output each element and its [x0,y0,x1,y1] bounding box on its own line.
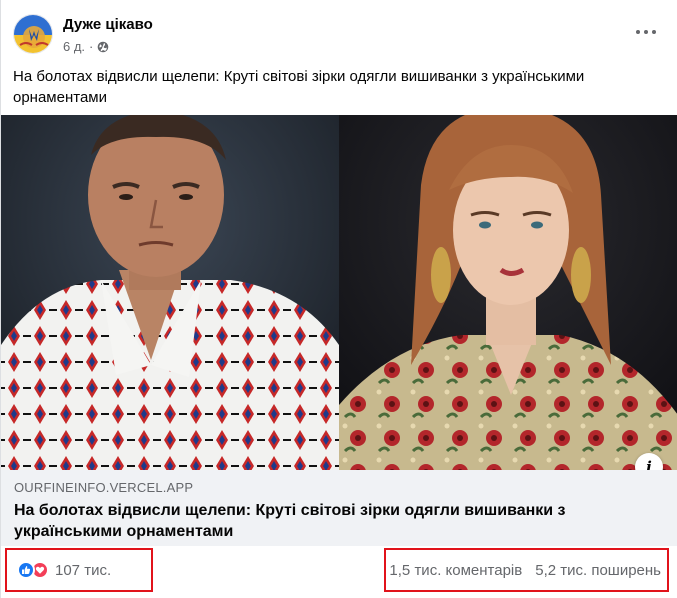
page-avatar[interactable] [13,14,53,54]
engagement-bar: 107 тис. 1,5 тис. коментарів 5,2 тис. по… [1,546,677,598]
post-header: Дуже цікаво 6 д. · [1,0,677,62]
reactions-count: 107 тис. [55,561,112,579]
reactions-summary[interactable]: 107 тис. [5,548,153,592]
more-dot [652,30,656,34]
link-title[interactable]: На болотах відвисли щелепи: Круті світов… [14,500,634,542]
more-options-button[interactable] [632,22,660,42]
like-icon [17,561,35,579]
more-dot [644,30,648,34]
comments-shares-summary: 1,5 тис. коментарів 5,2 тис. поширень [384,548,669,592]
link-preview[interactable]: OURFINEINFO.VERCEL.APP На болотах відвис… [1,470,677,546]
reaction-icons [17,561,49,579]
shares-count[interactable]: 5,2 тис. поширень [535,562,661,579]
link-domain: OURFINEINFO.VERCEL.APP [14,480,194,495]
page-name[interactable]: Дуже цікаво [63,16,153,33]
celebrities-in-vyshyvanka-image [1,115,677,470]
post-text: На болотах відвисли щелепи: Круті світов… [13,68,585,106]
post-image[interactable] [1,115,677,470]
post-time[interactable]: 6 д. [63,39,85,54]
meta-separator: · [89,39,94,54]
comments-count[interactable]: 1,5 тис. коментарів [389,562,522,579]
page-logo-icon [14,15,52,53]
more-dot [636,30,640,34]
post-meta: 6 д. · [63,39,109,54]
globe-icon [98,41,109,52]
post-card: Дуже цікаво 6 д. · На болотах відвисли щ… [0,0,677,598]
